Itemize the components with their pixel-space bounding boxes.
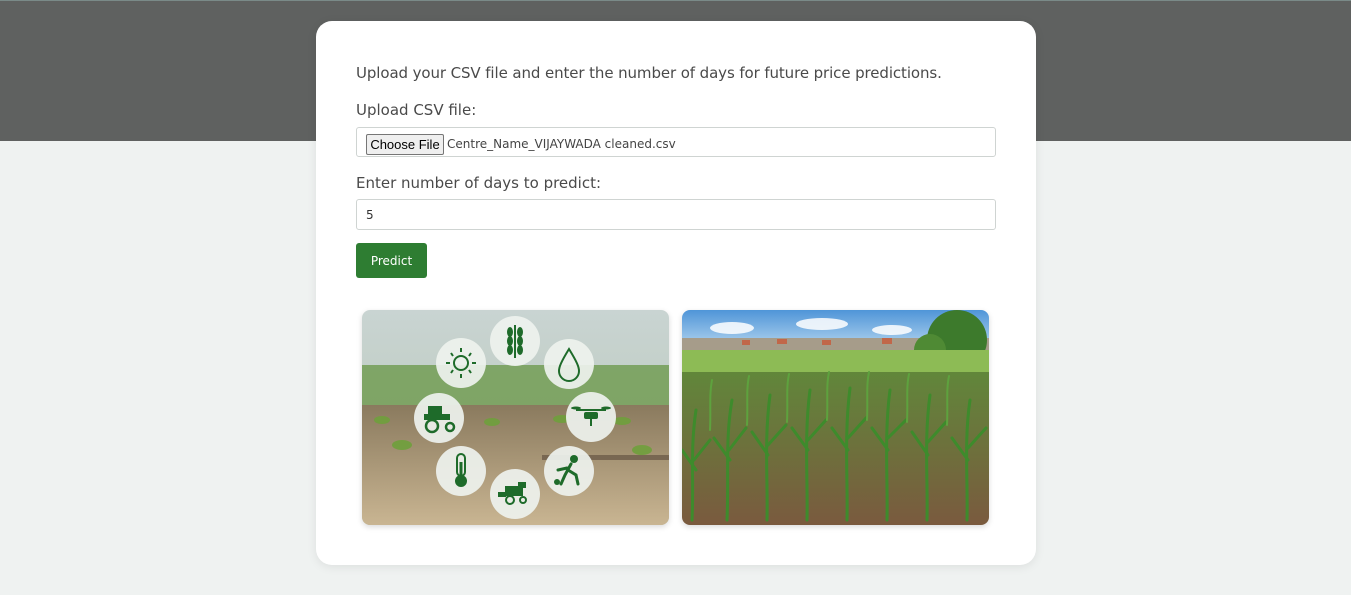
prediction-card: Upload your CSV file and enter the numbe… <box>316 21 1036 565</box>
drone-icon <box>566 392 616 442</box>
harvester-icon <box>490 469 540 519</box>
tractor-icon <box>414 393 464 443</box>
farmer-icon <box>544 446 594 496</box>
days-input[interactable] <box>356 199 996 230</box>
choose-file-button[interactable]: Choose File <box>366 134 444 155</box>
selected-file-name: Centre_Name_VIJAYWADA cleaned.csv <box>447 137 676 151</box>
smart-farming-icons-image <box>362 310 669 525</box>
intro-text: Upload your CSV file and enter the numbe… <box>356 64 942 82</box>
water-drop-icon <box>544 339 594 389</box>
predict-button[interactable]: Predict <box>356 243 427 278</box>
wheat-icon <box>490 316 540 366</box>
csv-upload-label: Upload CSV file: <box>356 101 477 119</box>
corn-field-image <box>682 310 989 525</box>
days-label: Enter number of days to predict: <box>356 174 602 192</box>
thermometer-icon <box>436 446 486 496</box>
csv-file-input[interactable]: Choose File Centre_Name_VIJAYWADA cleane… <box>356 127 996 157</box>
sun-icon <box>436 338 486 388</box>
